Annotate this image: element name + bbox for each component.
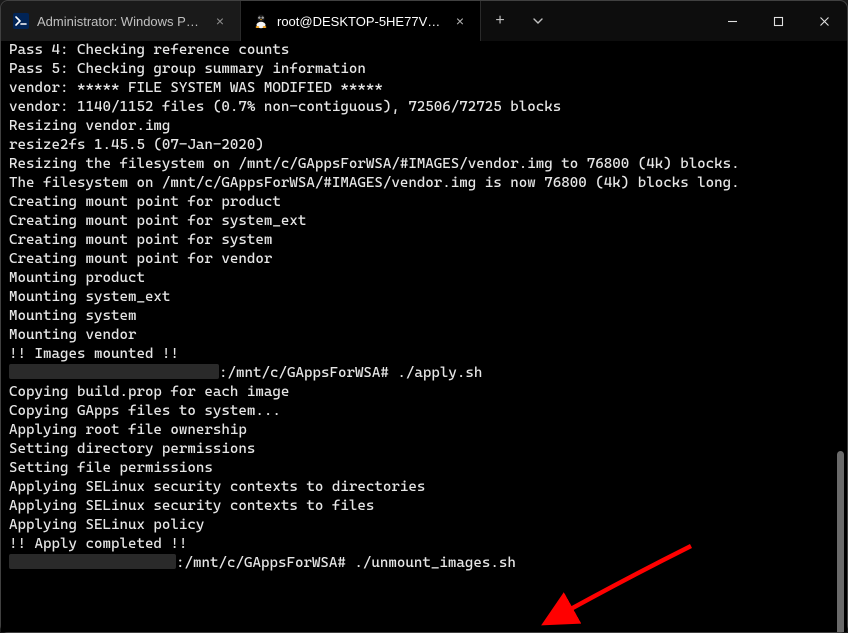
tab-powershell[interactable]: Administrator: Windows PowerS × [1,1,241,41]
terminal-line: Mounting system [9,307,847,326]
chevron-down-icon [532,15,544,27]
redacted-user-host [9,364,219,379]
close-icon[interactable]: × [452,13,468,29]
terminal-line: Resizing the filesystem on /mnt/c/GAppsF… [9,155,847,174]
terminal-line: Copying GApps files to system... [9,402,847,421]
terminal-line: Setting file permissions [9,459,847,478]
terminal-line: Mounting system_ext [9,288,847,307]
prompt-line: :/mnt/c/GAppsForWSA# ./apply.sh [9,364,847,383]
tab-label: root@DESKTOP-5HE77VO: /mn [277,14,444,29]
terminal-line: Creating mount point for vendor [9,250,847,269]
terminal-line: Resizing vendor.img [9,117,847,136]
tux-icon [253,13,269,29]
scrollbar-thumb[interactable] [837,451,844,632]
terminal-line: !! Images mounted !! [9,345,847,364]
terminal-line: Applying SELinux policy [9,516,847,535]
terminal-line: Pass 5: Checking group summary informati… [9,60,847,79]
terminal-line: Mounting vendor [9,326,847,345]
redacted-user-host [9,554,176,569]
terminal-line: Applying root file ownership [9,421,847,440]
close-window-button[interactable] [801,1,847,41]
tab-strip: Administrator: Windows PowerS × root@DES… [1,1,481,41]
minimize-icon [727,16,738,27]
maximize-button[interactable] [755,1,801,41]
terminal-line: The filesystem on /mnt/c/GAppsForWSA/#IM… [9,174,847,193]
terminal-line: !! Apply completed !! [9,535,847,554]
close-icon [819,16,830,27]
command-text: ./unmount_images.sh [354,555,515,571]
tab-label: Administrator: Windows PowerS [37,14,204,29]
terminal-line: resize2fs 1.45.5 (07-Jan-2020) [9,136,847,155]
tab-dropdown-button[interactable] [519,1,557,41]
terminal-line: Pass 4: Checking reference counts [9,41,847,60]
title-bar: Administrator: Windows PowerS × root@DES… [1,1,847,41]
tab-wsl[interactable]: root@DESKTOP-5HE77VO: /mn × [241,1,481,41]
terminal-line: Creating mount point for product [9,193,847,212]
new-tab-button[interactable]: + [481,1,519,41]
terminal-line: vendor: ***** FILE SYSTEM WAS MODIFIED *… [9,79,847,98]
powershell-icon [13,13,29,29]
terminal-line: Applying SELinux security contexts to di… [9,478,847,497]
command-text: ./apply.sh [397,365,482,381]
terminal-line: Creating mount point for system_ext [9,212,847,231]
terminal-line: Mounting product [9,269,847,288]
terminal-line: vendor: 1140/1152 files (0.7% non-contig… [9,98,847,117]
prompt-line: :/mnt/c/GAppsForWSA# ./unmount_images.sh [9,554,847,573]
terminal-line: Creating mount point for system [9,231,847,250]
terminal-line: Applying SELinux security contexts to fi… [9,497,847,516]
maximize-icon [773,16,784,27]
close-icon[interactable]: × [212,13,228,29]
minimize-button[interactable] [709,1,755,41]
terminal-line: Copying build.prop for each image [9,383,847,402]
terminal-pane[interactable]: Pass 4: Checking reference countsPass 5:… [1,41,847,632]
terminal-line: Setting directory permissions [9,440,847,459]
